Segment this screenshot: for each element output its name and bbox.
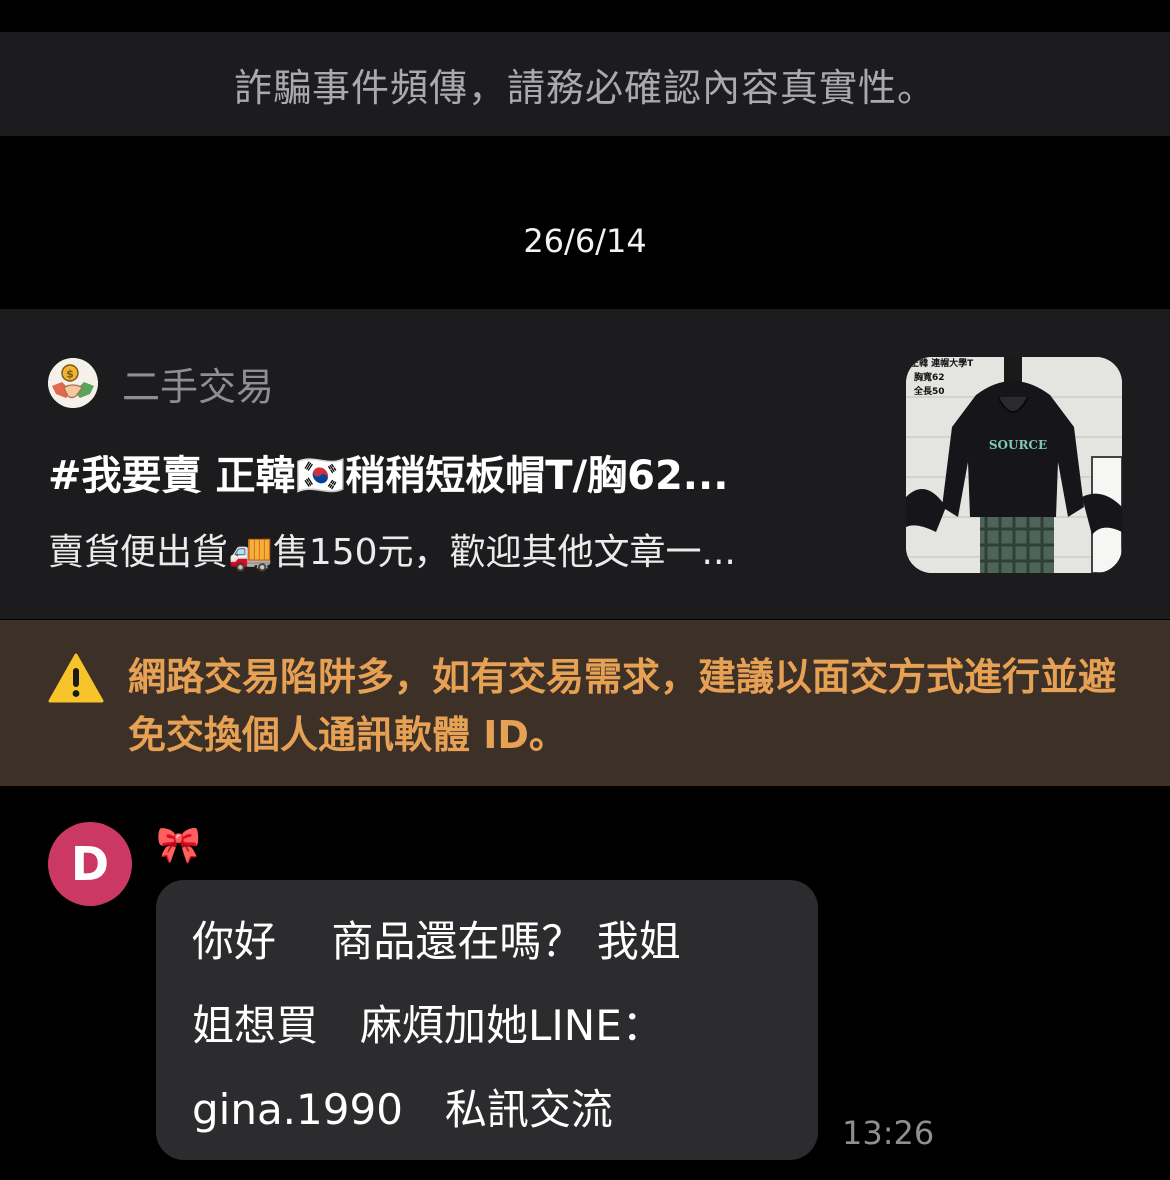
avatar[interactable]: D	[48, 822, 132, 906]
handshake-money-icon: $	[48, 358, 98, 408]
sender-name: 🎀	[156, 825, 201, 866]
hoodie-print-text: SOURCE	[989, 438, 1047, 452]
trade-warning-text: 網路交易陷阱多，如有交易需求，建議以面交方式進行並避免交換個人通訊軟體 ID。	[128, 655, 1117, 757]
svg-text:$: $	[66, 368, 74, 381]
thumbnail-caption-2: 胸寬62	[914, 371, 945, 383]
group-name: 二手交易	[122, 364, 275, 409]
thumbnail-caption-3: 全長50	[913, 385, 945, 397]
scam-notice-text: 詐騙事件頻傳，請務必確認內容真實性。	[233, 65, 936, 110]
message-timestamp: 13:26	[842, 1114, 935, 1152]
thumbnail-caption-1: 正韓 連帽大學T	[910, 357, 974, 369]
date-separator: 26/6/14	[523, 222, 647, 260]
linked-post-card[interactable]: $ 二手交易 #我要賣 正韓🇰🇷稍稍短板帽T/胸62... 賣貨便出貨🚚售150…	[0, 309, 1170, 619]
warning-icon	[48, 652, 104, 708]
group-row: $ 二手交易	[48, 357, 274, 409]
message-bubble[interactable]: 你好 商品還在嗎？ 我姐 姐想買 麻煩加她LINE： gina.1990 私訊交…	[156, 880, 818, 1160]
scam-notice-banner: 詐騙事件頻傳，請務必確認內容真實性。	[0, 32, 1170, 136]
post-thumbnail[interactable]: SOURCE 正韓 連帽大學T 胸寬62 全長50	[906, 357, 1122, 573]
post-title: #我要賣 正韓🇰🇷稍稍短板帽T/胸62...	[48, 453, 729, 499]
post-description: 賣貨便出貨🚚售150元，歡迎其他文章一...	[48, 532, 736, 573]
